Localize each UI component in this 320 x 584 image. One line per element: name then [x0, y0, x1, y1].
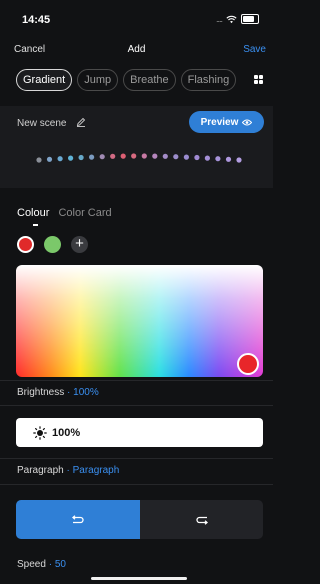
brightness-label: Brightness · 100%	[17, 387, 99, 398]
direction-right-button[interactable]	[140, 500, 263, 539]
sun-icon	[33, 425, 47, 440]
paragraph-label: Paragraph · Paragraph	[17, 465, 120, 476]
speed-label: Speed · 50	[17, 559, 66, 570]
lamp-strip-preview	[36, 153, 242, 163]
tab-gradient[interactable]: Gradient	[16, 69, 73, 91]
tab-underline	[33, 224, 38, 226]
lamp-bead	[120, 153, 126, 159]
tab-breathe[interactable]: Breathe	[123, 69, 176, 91]
lamp-bead	[78, 154, 84, 161]
tab-jump[interactable]: Jump	[77, 69, 119, 91]
brightness-slider[interactable]: 100%	[16, 418, 263, 447]
scene-name: New scene	[17, 118, 67, 129]
lamp-bead	[194, 154, 200, 161]
color-picker-area[interactable]	[16, 265, 263, 377]
brightness-value: 100%	[73, 387, 99, 398]
eye-icon	[242, 119, 253, 125]
lamp-bead	[236, 157, 242, 163]
colour-tabs: Colour Color Card	[17, 207, 112, 219]
lamp-bead	[110, 153, 116, 159]
add-swatch-button[interactable]: +	[71, 236, 88, 253]
lamp-bead	[68, 155, 74, 161]
divider	[0, 380, 273, 381]
speed-value: 50	[54, 559, 66, 570]
status-icons: ....	[216, 14, 259, 24]
paragraph-value[interactable]: Paragraph	[73, 465, 120, 476]
divider	[0, 458, 273, 459]
mode-tabs: Gradient Jump Breathe Flashing	[16, 69, 237, 91]
direction-left-button[interactable]	[16, 500, 140, 539]
lamp-bead	[57, 156, 63, 162]
edit-pencil-icon[interactable]	[76, 117, 86, 127]
preview-label: Preview	[200, 116, 239, 128]
wifi-icon	[226, 15, 237, 23]
lamp-bead	[141, 153, 147, 159]
lamp-bead	[152, 153, 158, 159]
brightness-field-value: 100%	[52, 426, 81, 439]
lamp-bead	[215, 156, 221, 162]
lamp-bead	[99, 154, 105, 160]
direction-toggle	[16, 500, 263, 539]
direction-left-icon	[71, 514, 84, 523]
lamp-bead	[183, 154, 189, 160]
home-indicator[interactable]	[91, 577, 187, 580]
color-picker-handle[interactable]	[237, 353, 259, 375]
lamp-bead	[89, 154, 95, 160]
swatch-green[interactable]	[44, 236, 61, 253]
grid-view-icon[interactable]	[254, 75, 263, 84]
tab-flashing[interactable]: Flashing	[180, 69, 237, 91]
signal-dots: ....	[215, 14, 223, 24]
direction-right-icon	[195, 516, 208, 525]
swatch-red[interactable]	[17, 236, 34, 253]
save-button[interactable]: Save	[243, 44, 266, 55]
battery-icon	[241, 14, 259, 24]
lamp-bead	[173, 154, 179, 160]
lamp-bead	[162, 153, 168, 159]
lamp-bead	[36, 157, 42, 163]
lamp-bead	[46, 156, 53, 162]
lamp-bead	[204, 155, 210, 161]
tab-color-card[interactable]: Color Card	[58, 207, 111, 219]
page-title: Add	[127, 44, 146, 55]
divider	[0, 405, 273, 406]
tab-colour[interactable]: Colour	[17, 207, 49, 219]
divider	[0, 484, 273, 485]
status-time: 14:45	[22, 14, 51, 26]
lamp-bead	[225, 156, 232, 162]
lamp-bead	[131, 153, 137, 159]
preview-button[interactable]: Preview	[189, 111, 264, 133]
